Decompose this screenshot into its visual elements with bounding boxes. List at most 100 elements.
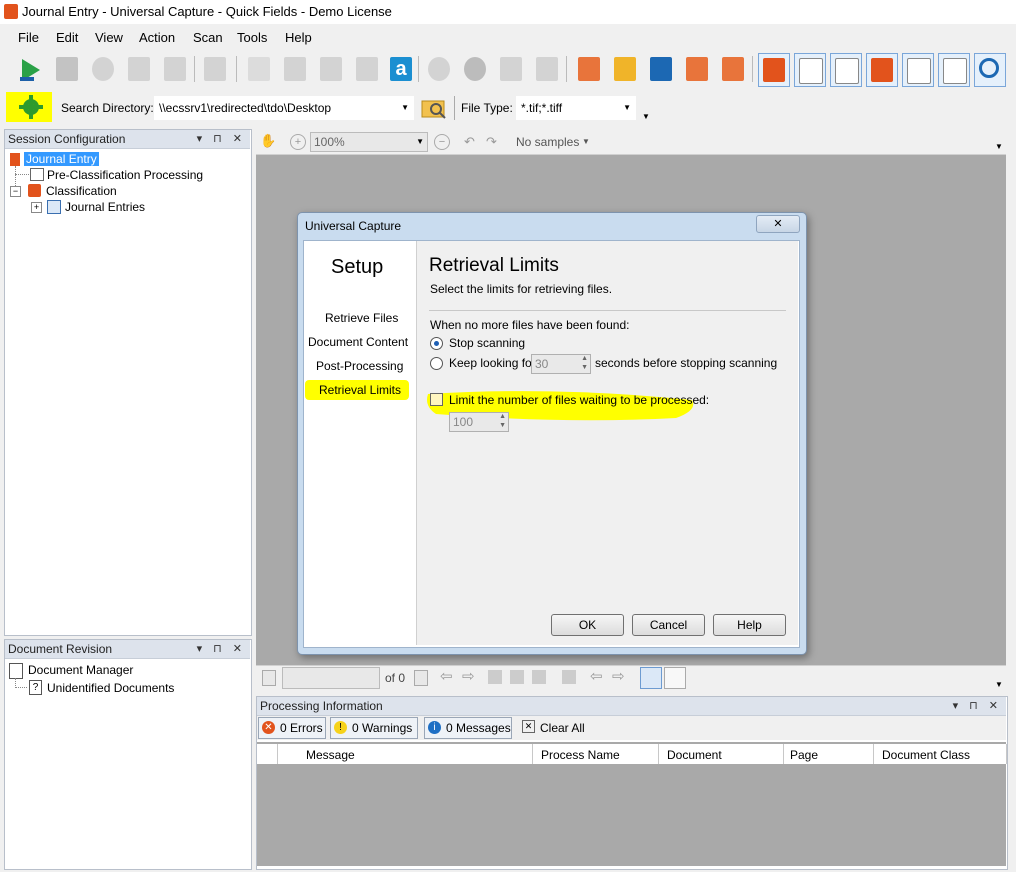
stop-scanning-radio[interactable] xyxy=(430,337,443,350)
ok-button[interactable]: OK xyxy=(551,614,624,636)
list-view-button[interactable] xyxy=(938,53,970,87)
new-session-button[interactable] xyxy=(574,53,604,85)
column-header-process[interactable]: Process Name xyxy=(533,744,659,764)
prev-page-icon[interactable]: ⇦ xyxy=(440,667,453,685)
remove-page-button[interactable] xyxy=(902,53,934,87)
viewer-redo-icon[interactable]: ↷ xyxy=(486,134,497,150)
copy-page-icon[interactable] xyxy=(488,670,502,684)
save-button[interactable] xyxy=(646,53,676,85)
file-type-select[interactable]: *.tif;*.tiff ▼ xyxy=(516,96,636,120)
image-view-icon[interactable] xyxy=(640,667,662,689)
clear-all-button[interactable]: ✕ Clear All xyxy=(516,717,586,737)
copy-icon xyxy=(284,57,306,81)
samples-dropdown[interactable]: No samples xyxy=(516,135,579,149)
text-view-icon[interactable] xyxy=(664,667,686,689)
collapse-icon[interactable]: − xyxy=(10,186,21,197)
move-right-icon[interactable]: ⇨ xyxy=(612,667,625,685)
rotate-right-button[interactable] xyxy=(460,53,490,85)
tree-classification[interactable]: Classification xyxy=(46,184,117,198)
menu-edit[interactable]: Edit xyxy=(56,30,78,45)
tree-journal-entry[interactable]: Journal Entry xyxy=(24,152,99,166)
column-header-document[interactable]: Document xyxy=(659,744,784,764)
overflow-icon[interactable]: ▼ xyxy=(995,142,1003,151)
thumbnails-button[interactable] xyxy=(866,53,898,87)
overflow-icon[interactable]: ▼ xyxy=(642,112,650,121)
page-number-input[interactable] xyxy=(282,667,380,689)
pan-hand-icon[interactable]: ✋ xyxy=(260,133,276,149)
merge-page-icon[interactable] xyxy=(532,670,546,684)
panel-controls[interactable]: ▾ ⊓ ✕ xyxy=(953,699,1002,712)
limit-files-checkbox[interactable] xyxy=(430,393,443,406)
expand-icon[interactable]: + xyxy=(31,202,42,213)
tree-unidentified[interactable]: Unidentified Documents xyxy=(47,681,174,695)
refresh-button[interactable] xyxy=(88,53,118,85)
nav-document-content[interactable]: Document Content xyxy=(308,335,408,349)
step-button[interactable] xyxy=(124,53,154,85)
menu-view[interactable]: View xyxy=(95,30,123,45)
copy-button[interactable] xyxy=(280,53,310,85)
split-page-icon[interactable] xyxy=(510,670,524,684)
menu-file[interactable]: File xyxy=(18,30,39,45)
column-header-icon[interactable] xyxy=(257,744,278,764)
stop-button[interactable] xyxy=(52,53,82,85)
warning-icon: ! xyxy=(334,721,347,734)
first-page-icon[interactable] xyxy=(262,670,276,686)
keep-looking-radio[interactable] xyxy=(430,357,443,370)
column-header-message[interactable]: Message xyxy=(278,744,533,764)
folder-search-icon xyxy=(421,100,446,119)
menu-action[interactable]: Action xyxy=(139,30,175,45)
cut-button[interactable] xyxy=(244,53,274,85)
warnings-filter[interactable]: ! 0 Warnings xyxy=(330,717,418,739)
flip-vertical-button[interactable] xyxy=(532,53,562,85)
column-header-document-class[interactable]: Document Class xyxy=(874,744,1007,764)
zoom-in-icon[interactable]: + xyxy=(290,134,306,150)
forward-button[interactable] xyxy=(718,53,748,85)
cancel-button[interactable]: Cancel xyxy=(632,614,705,636)
properties-button[interactable] xyxy=(758,53,790,87)
nav-post-processing[interactable]: Post-Processing xyxy=(316,359,403,373)
copy-pages-button[interactable] xyxy=(160,53,190,85)
paste-button[interactable] xyxy=(316,53,346,85)
browse-button[interactable] xyxy=(420,96,448,120)
open-button[interactable] xyxy=(610,53,640,85)
zoom-out-icon[interactable]: − xyxy=(434,134,450,150)
menu-help[interactable]: Help xyxy=(285,30,312,45)
limit-files-stepper[interactable]: 100 ▲ ▼ xyxy=(449,412,509,432)
tree-preclass[interactable]: Pre-Classification Processing xyxy=(47,168,203,182)
menu-scan[interactable]: Scan xyxy=(193,30,223,45)
scanner-button[interactable] xyxy=(200,53,230,85)
viewer-undo-icon[interactable]: ↶ xyxy=(464,134,475,150)
chevron-down-icon: ▼ xyxy=(623,103,631,112)
seconds-stepper[interactable]: 30 ▲ ▼ xyxy=(531,354,591,374)
next-page-icon[interactable]: ⇨ xyxy=(462,667,475,685)
nav-retrieval-limits[interactable]: Retrieval Limits xyxy=(319,383,401,397)
tree-document-manager[interactable]: Document Manager xyxy=(28,663,133,677)
overflow-icon[interactable]: ▼ xyxy=(995,680,1003,689)
panel-controls[interactable]: ▾ ⊓ ✕ xyxy=(197,132,246,145)
delete-button[interactable] xyxy=(352,53,382,85)
undo-button[interactable] xyxy=(424,53,454,85)
split-view-button[interactable] xyxy=(830,53,862,87)
dialog-close-button[interactable]: ✕ xyxy=(756,215,800,233)
messages-filter[interactable]: i 0 Messages xyxy=(424,717,512,739)
search-directory-input[interactable]: \\ecssrv1\redirected\tdo\Desktop ▼ xyxy=(154,96,414,120)
panel-controls[interactable]: ▾ ⊓ ✕ xyxy=(197,642,246,655)
page-view-button[interactable] xyxy=(794,53,826,87)
help-button[interactable]: Help xyxy=(713,614,786,636)
last-page-icon[interactable] xyxy=(414,670,428,686)
zoom-select[interactable]: 100% ▼ xyxy=(310,132,428,152)
capture-settings-button[interactable] xyxy=(17,95,45,119)
flip-button[interactable] xyxy=(496,53,526,85)
menu-tools[interactable]: Tools xyxy=(237,30,267,45)
nav-retrieve-files[interactable]: Retrieve Files xyxy=(325,311,398,325)
run-button[interactable] xyxy=(14,53,44,85)
spinner-icon: ▲ ▼ xyxy=(581,355,588,371)
errors-filter[interactable]: ✕ 0 Errors xyxy=(258,717,326,739)
tree-journal-entries[interactable]: Journal Entries xyxy=(65,200,145,214)
search-button[interactable] xyxy=(974,53,1006,87)
move-left-icon[interactable]: ⇦ xyxy=(590,667,603,685)
reorder-icon[interactable] xyxy=(562,670,576,684)
column-header-page[interactable]: Page xyxy=(784,744,874,764)
text-button[interactable]: a xyxy=(386,53,416,85)
back-button[interactable] xyxy=(682,53,712,85)
